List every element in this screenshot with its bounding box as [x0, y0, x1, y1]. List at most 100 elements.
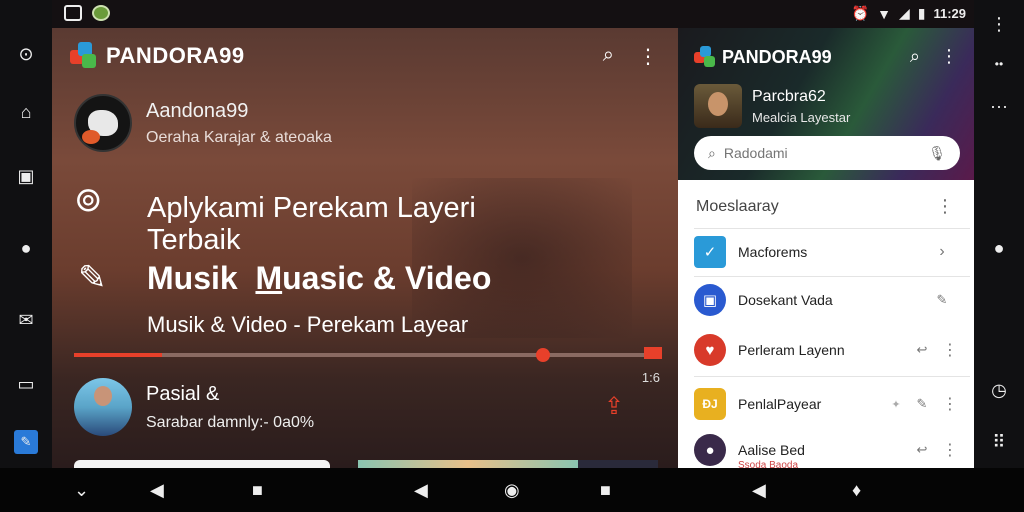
status-time: 11:29: [933, 6, 966, 21]
track-subtitle: Sarabar damnly:- 0a0%: [146, 413, 315, 431]
reply-icon[interactable]: ↩: [904, 442, 940, 458]
hero-music-title: Musik Muasic & Video: [147, 260, 491, 297]
hero-line-2b: M: [255, 260, 283, 296]
list-item-label: Aalise Bed: [738, 442, 805, 458]
now-playing-track[interactable]: Pasial & Sarabar damnly:- 0a0%: [74, 378, 314, 436]
navigation-bar: ⌄ ◀ ■ ◀ ◉ ■ ◀ ♦: [0, 468, 1024, 512]
content-card[interactable]: [578, 460, 658, 468]
more-vert-icon[interactable]: ⋮: [940, 46, 958, 67]
grid-icon[interactable]: ⠿: [987, 430, 1011, 454]
camera-icon[interactable]: ⊙: [14, 42, 38, 66]
avatar[interactable]: [74, 94, 132, 152]
profile-name: Aandona99: [146, 99, 249, 122]
list-item[interactable]: ▣ Dosekant Vada ✎: [694, 280, 960, 320]
home-icon[interactable]: ◉: [504, 480, 520, 501]
app-icon[interactable]: ✎: [14, 430, 38, 454]
comment-icon[interactable]: ✎: [924, 292, 960, 308]
section-title: Moeslaaray: [696, 198, 779, 215]
list-item-label: Macforems: [738, 244, 808, 260]
reply-icon[interactable]: ↩: [904, 342, 940, 358]
divider: [694, 376, 970, 377]
microphone-icon[interactable]: 🎙: [928, 145, 946, 162]
seek-handle[interactable]: [535, 348, 550, 362]
chevron-down-icon[interactable]: ⌄: [74, 480, 89, 501]
track-avatar[interactable]: [74, 378, 132, 436]
clock-icon[interactable]: ◷: [987, 378, 1011, 402]
divider: [694, 228, 970, 229]
dots-icon[interactable]: ••: [987, 52, 1011, 76]
section-more-icon[interactable]: ⋮: [936, 196, 954, 217]
search-input[interactable]: [723, 145, 921, 161]
seek-progress: [74, 353, 162, 357]
app-icon: ÐJ: [694, 388, 726, 420]
shield-icon[interactable]: ♦: [852, 480, 861, 501]
camera-record-icon: ⊚: [74, 181, 103, 219]
more-vert-icon[interactable]: ⋮: [940, 394, 960, 414]
recents-icon[interactable]: ■: [252, 480, 263, 501]
app-icon: ▣: [694, 284, 726, 316]
home-icon[interactable]: ⌂: [14, 100, 38, 124]
more-vert-icon[interactable]: ⋮: [940, 340, 960, 360]
mail-icon[interactable]: ✉: [14, 308, 38, 332]
divider: [694, 276, 970, 277]
alarm-icon: ⏰: [851, 5, 870, 21]
list-item-label: Perleram Layenn: [738, 342, 845, 358]
brand-title: PANDORA99: [106, 43, 245, 68]
recents-icon[interactable]: ■: [600, 480, 611, 501]
list-item[interactable]: ♥ Perleram Layenn ↩ ⋮: [694, 330, 960, 370]
more-vert-icon[interactable]: ⋮: [987, 12, 1011, 36]
content-card[interactable]: [358, 460, 578, 468]
side-panel: PANDORA99 ⌕ ⋮ Parcbra62 Mealcia Layestar…: [678, 28, 974, 468]
seek-bar[interactable]: [74, 347, 662, 362]
tv-icon[interactable]: ▣: [14, 164, 38, 188]
side-user-name: Parcbra62: [752, 87, 826, 105]
hero-line-2a: Musik: [147, 260, 238, 296]
back-icon[interactable]: ◀: [752, 480, 766, 501]
search-bar[interactable]: ⌕ 🎙: [694, 136, 960, 170]
list-item-sublabel: Ssoda Baoda: [738, 460, 799, 468]
list-item[interactable]: ● Aalise Bed Ssoda Baoda ↩ ⋮: [694, 430, 960, 468]
content-card[interactable]: [74, 460, 330, 468]
main-player-panel: PANDORA99 ⌕ ⋮ Aandona99 Oeraha Karajar &…: [52, 28, 678, 468]
avatar[interactable]: [694, 84, 742, 128]
sparkle-icon: ✦: [891, 398, 901, 411]
hero-line-1b: Terbaik: [147, 224, 241, 256]
list-item[interactable]: ✓ Macforems ›: [694, 232, 960, 272]
right-rail: ⋮ •• ··· ● ◷ ⠿: [974, 0, 1024, 468]
profile-header[interactable]: Aandona99 Oeraha Karajar & ateoaka: [74, 94, 332, 152]
comment-icon[interactable]: ✎: [904, 396, 940, 412]
image-icon: [64, 5, 82, 21]
record-dot-icon[interactable]: ●: [987, 236, 1011, 260]
dots-horizontal-icon[interactable]: ···: [987, 94, 1011, 118]
back-icon[interactable]: ◀: [414, 480, 428, 501]
signal-icon: ◢: [898, 5, 910, 21]
track-title: Pasial &: [146, 382, 220, 405]
chevron-right-icon[interactable]: ›: [924, 243, 960, 261]
pandora-logo-icon: [70, 42, 98, 70]
side-logo[interactable]: PANDORA99: [694, 46, 832, 68]
back-icon[interactable]: ◀: [150, 480, 164, 501]
side-brand-title: PANDORA99: [722, 46, 832, 67]
side-user-subtitle: Mealcia Layestar: [752, 109, 851, 125]
app-icon: ♥: [694, 334, 726, 366]
search-icon[interactable]: ⌕: [910, 46, 920, 67]
search-icon[interactable]: ⌕: [603, 44, 614, 69]
main-logo[interactable]: PANDORA99: [70, 42, 245, 70]
side-user[interactable]: Parcbra62 Mealcia Layestar: [694, 84, 850, 128]
list-item-label: PenlalPayear: [738, 396, 822, 412]
pandora-logo-icon: [694, 46, 716, 68]
more-vert-icon[interactable]: ⋮: [940, 440, 960, 460]
hero-subtitle: Musik & Video - Perekam Layear: [147, 312, 469, 337]
hero-title: Aplykami Perekam Layeri Terbaik: [147, 192, 476, 256]
track-time: 1:6: [641, 370, 660, 385]
avatar: ●: [694, 434, 726, 466]
hero-line-2c: uasic & Video: [282, 260, 492, 296]
share-icon[interactable]: ⇪: [604, 392, 624, 421]
list-item[interactable]: ÐJ PenlalPayear ✦ ✎ ⋮: [694, 384, 960, 424]
record-dot-icon[interactable]: ●: [14, 236, 38, 260]
video-icon[interactable]: ▭: [14, 372, 38, 396]
green-app-icon: [92, 5, 110, 21]
search-icon: ⌕: [708, 144, 716, 161]
app-icon: ✓: [694, 236, 726, 268]
more-vert-icon[interactable]: ⋮: [638, 44, 658, 69]
